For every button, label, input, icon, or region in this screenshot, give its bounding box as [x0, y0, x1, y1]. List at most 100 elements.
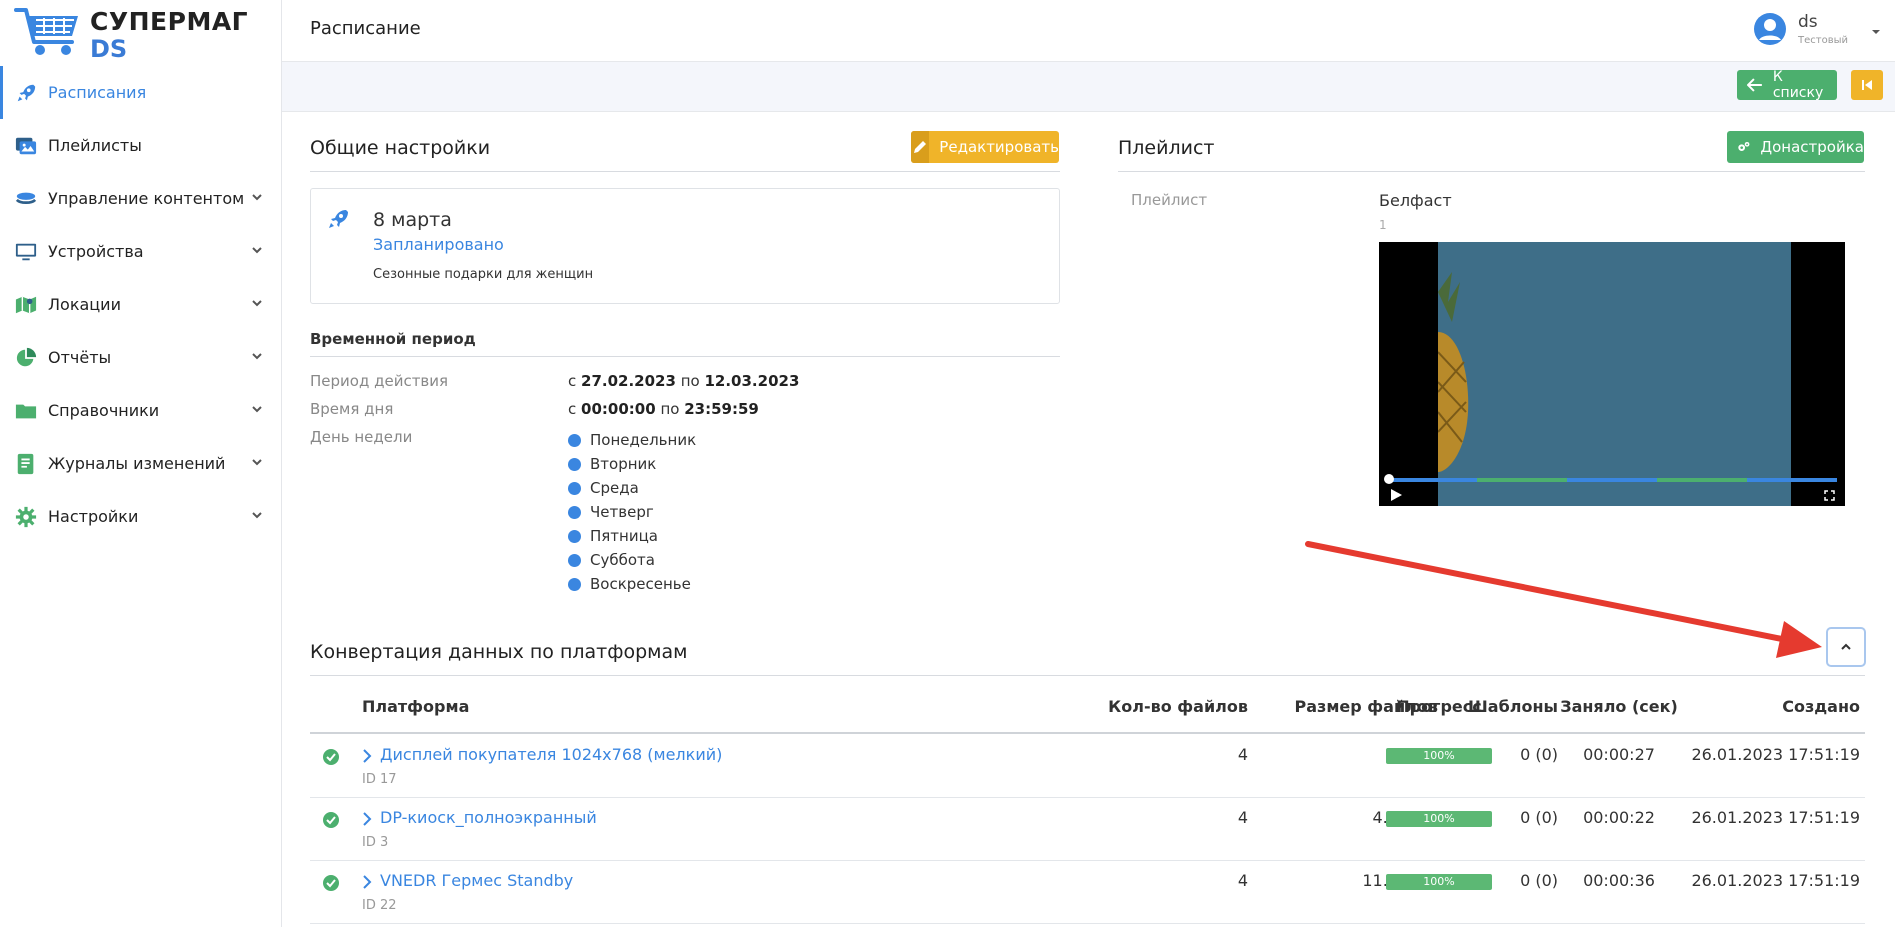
weekday-item: Четверг	[568, 500, 696, 524]
chevron-right-icon[interactable]	[362, 749, 372, 763]
sidebar-item-label: Журналы изменений	[48, 454, 226, 473]
general-settings-title: Общие настройки	[310, 137, 491, 159]
chevron-down-icon	[252, 300, 262, 307]
sidebar-item-label: Расписания	[48, 83, 147, 102]
chevron-right-icon[interactable]	[362, 875, 372, 889]
journal-icon	[17, 453, 34, 475]
weekday-item: Пятница	[568, 524, 696, 548]
weekday-text: Пятница	[590, 527, 658, 545]
col-created[interactable]: Создано	[1715, 697, 1860, 716]
period-from-prefix: с	[568, 372, 577, 390]
created-at: 26.01.2023 17:51:19	[1691, 745, 1860, 764]
fine-tune-button[interactable]: Донастройка	[1727, 131, 1864, 163]
sidebar-item-content[interactable]: Управление контентом	[0, 172, 282, 225]
sidebar-item-journals[interactable]: Журналы изменений	[0, 437, 282, 490]
weekday-list: Понедельник Вторник Среда Четверг Пятниц…	[568, 428, 696, 596]
sidebar-item-label: Настройки	[48, 507, 139, 526]
brand-name: СУПЕРМАГ	[90, 7, 249, 36]
back-to-list-label: К списку	[1772, 69, 1824, 101]
elapsed-time: 00:00:36	[1583, 871, 1655, 890]
arrow-left-icon	[1747, 78, 1762, 92]
playlist-title: Плейлист	[1118, 137, 1215, 159]
weekday-dot	[568, 529, 581, 543]
chevron-down-icon	[252, 406, 262, 413]
chevron-down-icon	[252, 247, 262, 254]
col-platform[interactable]: Платформа	[362, 697, 469, 716]
chevron-up-icon	[1841, 643, 1851, 650]
playlist-label: Плейлист	[1131, 191, 1208, 209]
playlist-divider	[1118, 171, 1865, 172]
brand-logo[interactable]: СУПЕРМАГ DS	[14, 6, 248, 64]
weekday-text: Вторник	[590, 455, 657, 473]
weekday-label: День недели	[310, 428, 413, 446]
sidebar-item-references[interactable]: Справочники	[0, 384, 282, 437]
toolbar: К списку	[282, 62, 1895, 112]
col-elapsed[interactable]: Заняло (сек)	[1524, 697, 1714, 716]
user-menu[interactable]: ds Тестовый	[1753, 8, 1883, 54]
fullscreen-icon[interactable]	[1824, 490, 1835, 501]
play-icon[interactable]	[1389, 488, 1403, 502]
table-row[interactable]: Дисплей покупателя 1024x768 (мелкий) ID …	[310, 735, 1865, 798]
period-to: 12.03.2023	[704, 372, 800, 390]
sidebar-item-schedules[interactable]: Расписания	[0, 66, 282, 119]
video-player[interactable]	[1379, 242, 1845, 506]
sidebar-item-playlists[interactable]: Плейлисты	[0, 119, 282, 172]
progress-bar: 100%	[1386, 748, 1492, 764]
weekday-text: Воскресенье	[590, 575, 691, 593]
fine-tune-label: Донастройка	[1760, 138, 1864, 156]
period-label: Период действия	[310, 372, 449, 390]
platform-name[interactable]: VNEDR Гермес Standby	[380, 871, 573, 890]
video-progress-bar[interactable]	[1387, 478, 1837, 482]
playlist-count: 1	[1379, 218, 1387, 232]
chevron-right-icon[interactable]	[362, 812, 372, 826]
table-row[interactable]: DP-киоск_полноэкранный ID 3 4 4.84 MB 0 …	[310, 798, 1865, 861]
conversion-title: Конвертация данных по платформам	[310, 641, 688, 663]
avatar	[1754, 13, 1786, 45]
schedule-name: 8 марта	[373, 209, 452, 231]
page-title: Расписание	[310, 18, 421, 39]
platform-name[interactable]: DP-киоск_полноэкранный	[380, 808, 597, 827]
time-to: 23:59:59	[684, 400, 759, 418]
pencil-icon	[911, 131, 930, 163]
sidebar-item-locations[interactable]: Локации	[0, 278, 282, 331]
weekday-item: Суббота	[568, 548, 696, 572]
weekday-dot	[568, 433, 581, 447]
chevron-down-icon	[252, 512, 262, 519]
progress-bar: 100%	[1386, 811, 1492, 827]
sidebar-item-settings[interactable]: Настройки	[0, 490, 282, 543]
files-count: 4	[1237, 871, 1248, 890]
header-divider	[310, 732, 1865, 734]
back-to-list-button[interactable]: К списку	[1737, 69, 1837, 101]
period-divider	[310, 356, 1060, 357]
weekday-item: Среда	[568, 476, 696, 500]
check-circle-icon	[323, 749, 339, 765]
weekday-item: Понедельник	[568, 428, 696, 452]
sidebar-item-devices[interactable]: Устройства	[0, 225, 282, 278]
sidebar-item-label: Локации	[48, 295, 121, 314]
time-period-title: Временной период	[310, 330, 476, 348]
content-layers-icon	[15, 192, 37, 205]
folder-icon	[15, 404, 37, 419]
map-icon	[15, 296, 37, 314]
collapse-button[interactable]	[1826, 627, 1866, 667]
caret-down-icon	[1872, 30, 1880, 34]
progress-fill: 100%	[1386, 748, 1492, 764]
chevron-down-icon	[252, 194, 262, 201]
col-progress[interactable]: Прогресс	[1364, 697, 1514, 716]
sidebar-item-label: Справочники	[48, 401, 160, 420]
sidebar-nav: Расписания Плейлисты Управление контенто…	[0, 66, 282, 543]
edit-button[interactable]: Редактировать	[911, 131, 1059, 163]
platform-name[interactable]: Дисплей покупателя 1024x768 (мелкий)	[380, 745, 722, 764]
time-to-prefix: по	[660, 400, 680, 418]
top-header: Расписание ds Тестовый	[282, 0, 1895, 62]
video-scrub-handle[interactable]	[1384, 474, 1394, 484]
cart-icon	[14, 8, 78, 55]
weekday-dot	[568, 505, 581, 519]
col-files[interactable]: Кол-во файлов	[940, 697, 1248, 716]
general-divider	[310, 171, 1060, 172]
sidebar-item-reports[interactable]: Отчёты	[0, 331, 282, 384]
sidebar-item-label: Отчёты	[48, 348, 112, 367]
weekday-dot	[568, 577, 581, 591]
first-page-button[interactable]	[1851, 70, 1883, 100]
table-row[interactable]: VNEDR Гермес Standby ID 22 4 11.86 MB 0 …	[310, 861, 1865, 924]
